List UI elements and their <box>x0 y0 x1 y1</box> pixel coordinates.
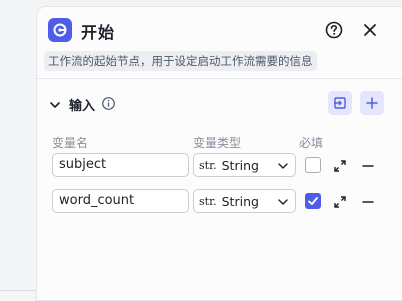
variable-type-select[interactable]: str. String <box>193 189 296 213</box>
chevron-down-icon[interactable] <box>48 97 62 111</box>
close-icon[interactable] <box>360 20 380 40</box>
type-prefix: str. <box>199 158 217 172</box>
variable-row: word_count str. String <box>37 189 402 215</box>
type-prefix: str. <box>199 194 217 208</box>
variable-name-input[interactable]: word_count <box>52 189 189 213</box>
variable-row: subject str. String <box>37 153 402 179</box>
type-label: String <box>221 157 259 173</box>
canvas-edge <box>0 290 36 301</box>
node-title: 开始 <box>81 23 116 42</box>
import-button[interactable] <box>328 91 352 115</box>
canvas-background <box>0 0 36 301</box>
help-circle-icon[interactable] <box>324 20 344 40</box>
chevron-down-icon <box>278 199 288 205</box>
header-divider <box>37 78 402 79</box>
column-header-name: 变量名 <box>52 136 89 150</box>
start-node-icon <box>48 18 72 42</box>
remove-icon[interactable] <box>361 194 375 208</box>
expand-icon[interactable] <box>333 158 347 172</box>
variable-name-input[interactable]: subject <box>52 153 189 177</box>
column-header-type: 变量类型 <box>193 136 242 150</box>
variable-type-select[interactable]: str. String <box>193 153 296 177</box>
check-icon <box>308 197 318 205</box>
expand-icon[interactable] <box>333 194 347 208</box>
required-checkbox[interactable] <box>305 157 321 173</box>
type-label: String <box>221 193 259 209</box>
required-checkbox[interactable] <box>305 193 321 209</box>
import-icon <box>334 97 346 109</box>
section-title: 输入 <box>69 99 96 114</box>
info-icon <box>101 96 116 111</box>
node-config-panel: 开始 工作流的起始节点，用于设定启动工作流需要的信息 输入 变量名 变量类型 必… <box>36 6 402 301</box>
input-section-header: 输入 <box>37 91 402 117</box>
plus-icon <box>366 97 378 109</box>
add-variable-button[interactable] <box>360 91 384 115</box>
node-description: 工作流的起始节点，用于设定启动工作流需要的信息 <box>44 51 317 71</box>
panel-header: 开始 工作流的起始节点，用于设定启动工作流需要的信息 <box>37 7 402 77</box>
remove-icon[interactable] <box>361 158 375 172</box>
chevron-down-icon <box>278 163 288 169</box>
column-header-required: 必填 <box>299 136 324 150</box>
